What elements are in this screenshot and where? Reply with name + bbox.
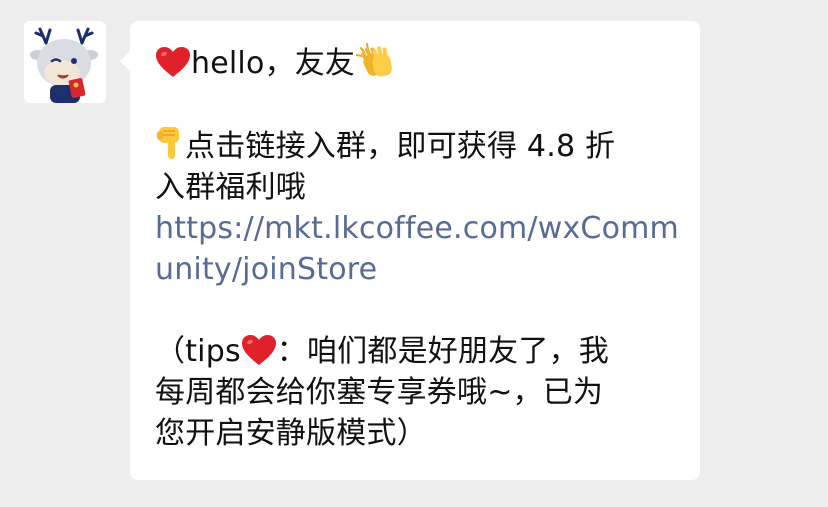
tips-line-1: （tips ：咱们都是好朋友了，我 xyxy=(155,331,676,372)
greeting-text: hello，友友 xyxy=(191,46,356,81)
tips-line-2: 每周都会给你塞专享券哦~，已为 xyxy=(155,375,604,410)
bubble-tail xyxy=(120,51,130,71)
tips-line-3: 您开启安静版模式） xyxy=(155,416,427,451)
message-bubble[interactable]: hello，友友 点击链接入群，即可获得 4.8 折 入群福利哦 https:/… xyxy=(120,21,700,480)
clapping-hands-icon xyxy=(355,42,397,78)
contact-avatar[interactable] xyxy=(24,21,106,103)
red-heart-icon xyxy=(241,334,277,366)
red-heart-icon xyxy=(155,46,191,78)
tips-open-text: （tips xyxy=(155,334,241,369)
greeting-line: hello，友友 xyxy=(155,42,676,84)
instruction-text-1: 点击链接入群，即可获得 4.8 折 xyxy=(185,129,616,164)
join-group-link-line-2[interactable]: unity/joinStore xyxy=(155,249,676,290)
pointing-down-hand-icon xyxy=(155,125,185,161)
join-group-link-line-1[interactable]: https://mkt.lkcoffee.com/wxComm xyxy=(155,208,679,249)
instruction-line-1: 点击链接入群，即可获得 4.8 折 xyxy=(155,125,676,167)
instruction-line-2: 入群福利哦 xyxy=(155,170,306,205)
tips-text-1: ：咱们都是好朋友了，我 xyxy=(276,334,609,369)
deer-mascot-avatar-icon xyxy=(30,27,98,103)
